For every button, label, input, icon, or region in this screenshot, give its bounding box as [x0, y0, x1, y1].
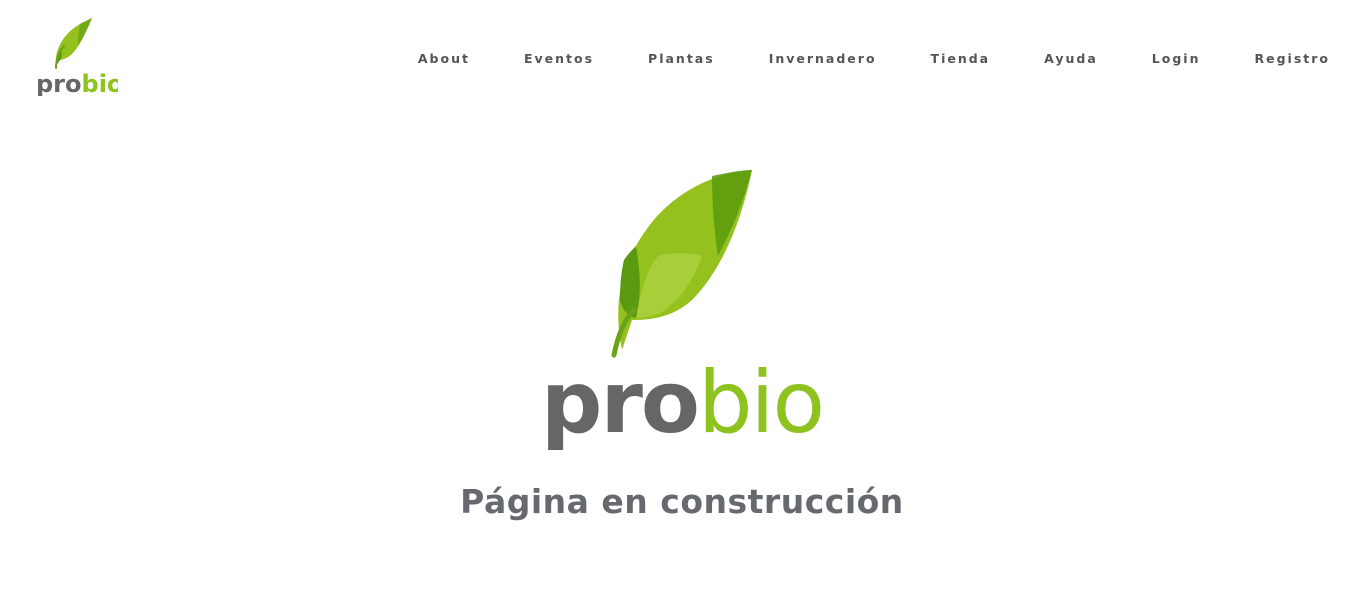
page-title: Página en construcción — [460, 482, 904, 521]
main-nav: About Eventos Plantas Invernadero Tienda… — [418, 50, 1330, 68]
svg-text:probio: probio — [36, 70, 118, 96]
nav-item-invernadero[interactable]: Invernadero — [769, 50, 877, 68]
hero-text-pro: pro — [541, 353, 698, 453]
brand-text-pro: pro — [36, 70, 82, 96]
brand-text-bio: bio — [82, 70, 118, 96]
leaf-logo-icon: probio — [36, 18, 118, 96]
nav-item-eventos[interactable]: Eventos — [524, 50, 594, 68]
hero-text-bio: bio — [698, 353, 823, 453]
hero-leaf-logo-icon: probio — [541, 170, 825, 453]
svg-text:probio: probio — [541, 353, 823, 453]
nav-item-ayuda[interactable]: Ayuda — [1044, 50, 1098, 68]
nav-item-about[interactable]: About — [418, 50, 470, 68]
nav-item-plantas[interactable]: Plantas — [648, 50, 715, 68]
hero-section: probio — [0, 160, 1364, 455]
nav-item-login[interactable]: Login — [1152, 50, 1201, 68]
brand-logo-link[interactable]: probio — [34, 16, 118, 96]
nav-item-tienda[interactable]: Tienda — [931, 50, 991, 68]
nav-item-registro[interactable]: Registro — [1254, 50, 1330, 68]
site-header: probio About Eventos Plantas Invernadero… — [0, 0, 1364, 110]
